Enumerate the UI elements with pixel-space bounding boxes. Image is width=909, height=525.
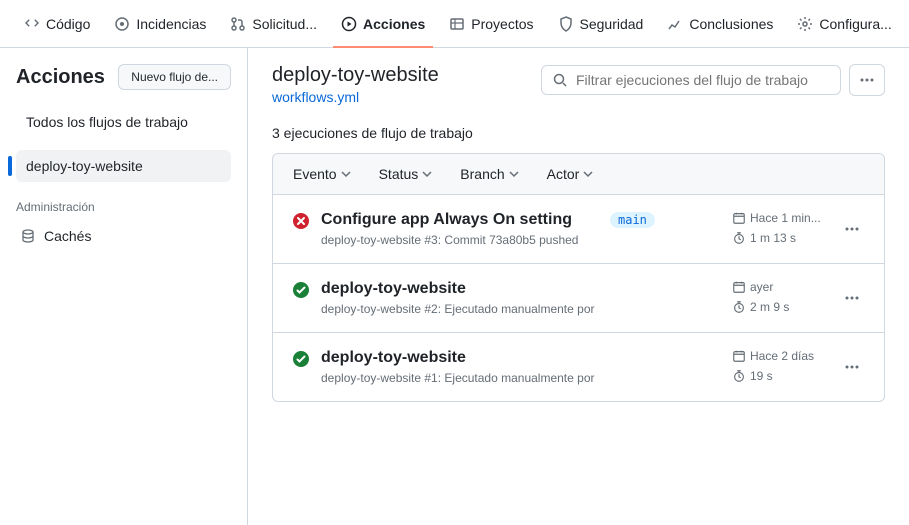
- top-nav: Código Incidencias Solicitud... Acciones…: [0, 0, 909, 48]
- content-area: deploy-toy-website workflows.yml 3 ejecu…: [248, 48, 909, 525]
- run-duration: 19 s: [732, 369, 832, 383]
- run-time: Hace 2 días: [732, 349, 832, 363]
- run-row: deploy-toy-website deploy-toy-website #2:…: [273, 264, 884, 333]
- project-icon: [449, 16, 465, 32]
- filter-bar: Evento Status Branch Actor: [273, 154, 884, 195]
- nav-pulls-label: Solicitud...: [252, 16, 317, 32]
- success-icon: [293, 282, 309, 298]
- filter-actor[interactable]: Actor: [547, 166, 594, 182]
- sidebar-all-workflows[interactable]: Todos los flujos de trabajo: [16, 106, 231, 138]
- nav-settings-label: Configura...: [819, 16, 891, 32]
- sidebar-caches-label: Cachés: [44, 228, 91, 244]
- nav-issues-label: Incidencias: [136, 16, 206, 32]
- nav-projects[interactable]: Proyectos: [441, 0, 541, 48]
- filter-branch[interactable]: Branch: [460, 166, 518, 182]
- page-title: deploy-toy-website: [272, 64, 439, 87]
- issue-icon: [114, 16, 130, 32]
- filter-branch-label: Branch: [460, 166, 504, 182]
- run-menu-button[interactable]: [844, 221, 864, 237]
- nav-settings[interactable]: Configura...: [789, 0, 899, 48]
- nav-security-label: Seguridad: [580, 16, 644, 32]
- shield-icon: [558, 16, 574, 32]
- run-title[interactable]: deploy-toy-website: [321, 349, 598, 367]
- nav-projects-label: Proyectos: [471, 16, 533, 32]
- nav-code[interactable]: Código: [16, 0, 98, 48]
- database-icon: [20, 228, 36, 244]
- nav-insights[interactable]: Conclusiones: [659, 0, 781, 48]
- run-title[interactable]: deploy-toy-website: [321, 280, 598, 298]
- sidebar: Acciones Nuevo flujo de... Todos los flu…: [0, 48, 248, 525]
- nav-code-label: Código: [46, 16, 90, 32]
- sidebar-caches[interactable]: Cachés: [16, 222, 231, 250]
- pull-request-icon: [230, 16, 246, 32]
- run-menu-button[interactable]: [844, 359, 864, 375]
- workflow-file-link[interactable]: workflows.yml: [272, 89, 359, 105]
- new-workflow-button[interactable]: Nuevo flujo de...: [118, 64, 231, 90]
- branch-badge[interactable]: main: [610, 212, 655, 228]
- run-time: ayer: [732, 280, 832, 294]
- caret-down-icon: [583, 169, 593, 179]
- runs-table: Evento Status Branch Actor Configure app…: [272, 153, 885, 402]
- run-time: Hace 1 min...: [732, 211, 832, 225]
- search-icon: [552, 72, 568, 88]
- filter-status[interactable]: Status: [379, 166, 433, 182]
- runs-count: 3 ejecuciones de flujo de trabajo: [272, 125, 885, 141]
- search-box[interactable]: [541, 65, 841, 95]
- caret-down-icon: [509, 169, 519, 179]
- nav-insights-label: Conclusiones: [689, 16, 773, 32]
- gear-icon: [797, 16, 813, 32]
- play-icon: [341, 16, 357, 32]
- caret-down-icon: [422, 169, 432, 179]
- filter-event-label: Evento: [293, 166, 337, 182]
- caret-down-icon: [341, 169, 351, 179]
- filter-event[interactable]: Evento: [293, 166, 351, 182]
- nav-security[interactable]: Seguridad: [550, 0, 652, 48]
- run-duration: 1 m 13 s: [732, 231, 832, 245]
- filter-status-label: Status: [379, 166, 419, 182]
- run-subtext: deploy-toy-website #2: Ejecutado manualm…: [321, 302, 598, 316]
- sidebar-item-deploy-toy-website[interactable]: deploy-toy-website: [16, 150, 231, 182]
- run-title[interactable]: Configure app Always On setting: [321, 211, 598, 229]
- nav-pulls[interactable]: Solicitud...: [222, 0, 325, 48]
- run-duration: 2 m 9 s: [732, 300, 832, 314]
- nav-actions-label: Acciones: [363, 16, 425, 32]
- run-menu-button[interactable]: [844, 290, 864, 306]
- graph-icon: [667, 16, 683, 32]
- code-icon: [24, 16, 40, 32]
- page-menu-button[interactable]: [849, 64, 885, 96]
- run-row: Configure app Always On setting deploy-to…: [273, 195, 884, 264]
- search-input[interactable]: [576, 72, 830, 88]
- run-subtext: deploy-toy-website #3: Commit 73a80b5 pu…: [321, 233, 598, 247]
- fail-icon: [293, 213, 309, 229]
- nav-issues[interactable]: Incidencias: [106, 0, 214, 48]
- run-subtext: deploy-toy-website #1: Ejecutado manualm…: [321, 371, 598, 385]
- kebab-icon: [859, 72, 875, 88]
- sidebar-title: Acciones: [16, 66, 105, 89]
- sidebar-admin-header: Administración: [16, 200, 231, 214]
- filter-actor-label: Actor: [547, 166, 580, 182]
- success-icon: [293, 351, 309, 367]
- run-row: deploy-toy-website deploy-toy-website #1:…: [273, 333, 884, 401]
- nav-actions[interactable]: Acciones: [333, 0, 433, 48]
